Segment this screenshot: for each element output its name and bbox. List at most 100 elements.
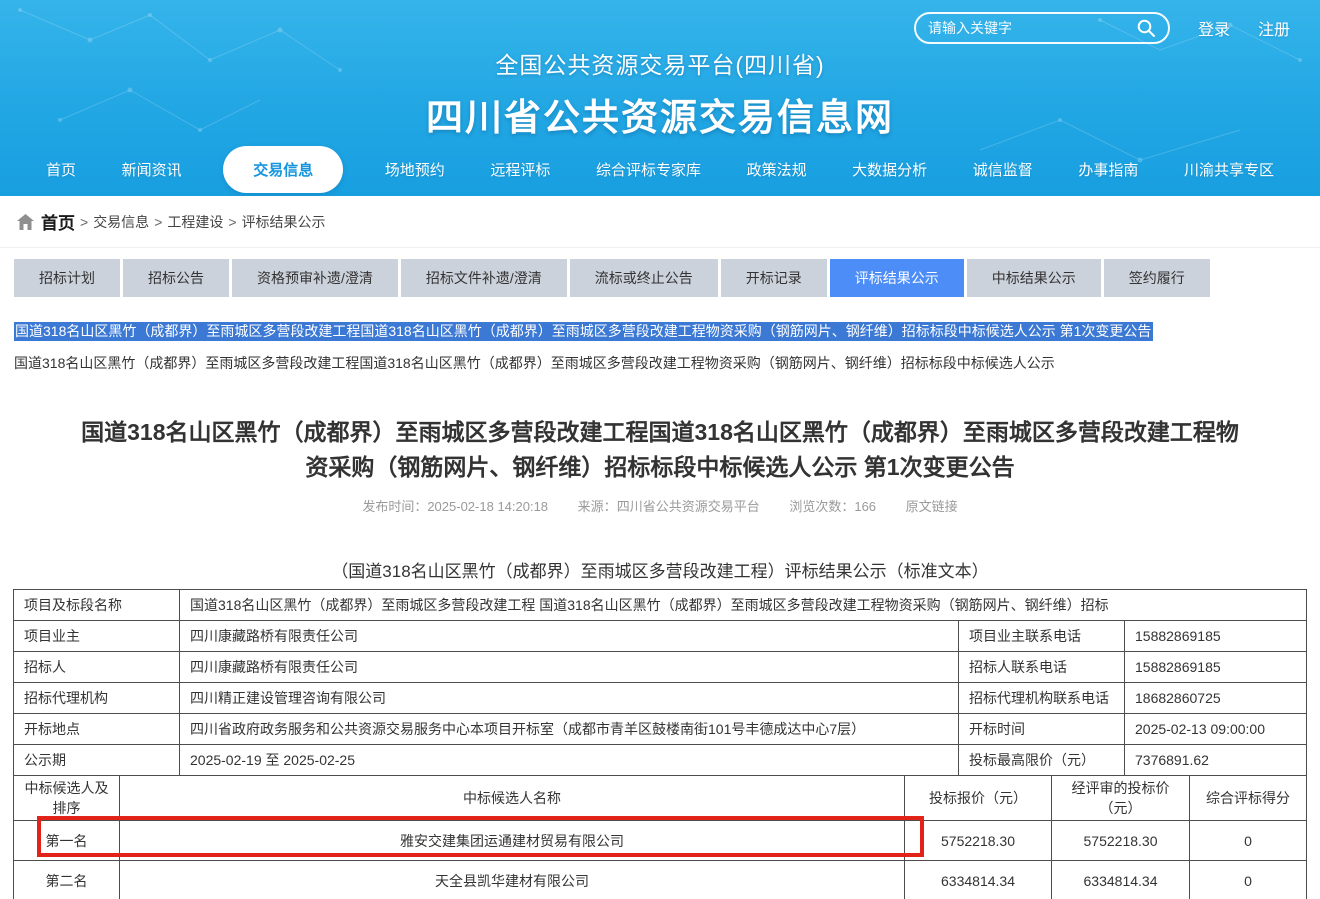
column-header-score: 综合评标得分 xyxy=(1190,776,1307,821)
nav-item-home[interactable]: 首页 xyxy=(42,151,80,188)
nav-item-big-data[interactable]: 大数据分析 xyxy=(848,151,931,188)
meta-source-label: 来源： xyxy=(578,499,617,514)
table-header-row: 中标候选人及排序 中标候选人名称 投标报价（元） 经评审的投标价（元） 综合评标… xyxy=(14,776,1307,821)
info-label: 项目业主联系电话 xyxy=(959,621,1125,652)
breadcrumb-trade-info[interactable]: 交易信息 xyxy=(93,212,149,232)
breadcrumb-separator: > xyxy=(154,214,162,230)
nav-item-integrity[interactable]: 诚信监督 xyxy=(969,151,1037,188)
info-label: 开标时间 xyxy=(959,714,1125,745)
candidate-rank: 第一名 xyxy=(14,821,120,861)
nav-item-news[interactable]: 新闻资讯 xyxy=(118,151,186,188)
info-label: 开标地点 xyxy=(14,714,180,745)
info-label: 公示期 xyxy=(14,745,180,776)
search-icon[interactable] xyxy=(1136,18,1156,38)
info-label: 招标代理机构联系电话 xyxy=(959,683,1125,714)
table-row: 招标人 四川康藏路桥有限责任公司 招标人联系电话 15882869185 xyxy=(14,652,1307,683)
tab-winning-result[interactable]: 中标结果公示 xyxy=(967,259,1101,297)
search-box[interactable] xyxy=(914,12,1170,44)
table-row: 第二名 天全县凯华建材有限公司 6334814.34 6334814.34 0 xyxy=(14,861,1307,899)
candidate-name: 雅安交建集团运通建材贸易有限公司 xyxy=(120,821,905,861)
column-header-name: 中标候选人名称 xyxy=(120,776,905,821)
tab-failed-or-terminated[interactable]: 流标或终止公告 xyxy=(570,259,718,297)
info-label: 投标最高限价（元） xyxy=(959,745,1125,776)
candidates-table: 中标候选人及排序 中标候选人名称 投标报价（元） 经评审的投标价（元） 综合评标… xyxy=(13,775,1307,899)
candidate-evaluated: 6334814.34 xyxy=(1052,861,1190,899)
meta-views: 浏览次数：166 xyxy=(789,499,876,514)
candidate-evaluated: 5752218.30 xyxy=(1052,821,1190,861)
meta-publish-value: 2025-02-18 14:20:18 xyxy=(427,499,548,514)
login-link[interactable]: 登录 xyxy=(1198,16,1230,40)
info-value: 15882869185 xyxy=(1125,652,1307,683)
tab-bidding-announcement[interactable]: 招标公告 xyxy=(123,259,229,297)
result-caption: （国道318名山区黑竹（成都界）至雨城区多营段改建工程）评标结果公示（标准文本） xyxy=(0,557,1320,582)
search-input[interactable] xyxy=(928,20,1130,36)
breadcrumb-engineering[interactable]: 工程建设 xyxy=(167,212,223,232)
info-value: 18682860725 xyxy=(1125,683,1307,714)
nav-item-venue-booking[interactable]: 场地预约 xyxy=(381,151,449,188)
table-row: 招标代理机构 四川精正建设管理咨询有限公司 招标代理机构联系电话 1868286… xyxy=(14,683,1307,714)
nav-item-remote-evaluation[interactable]: 远程评标 xyxy=(486,151,554,188)
info-value: 国道318名山区黑竹（成都界）至雨城区多营段改建工程 国道318名山区黑竹（成都… xyxy=(180,590,1307,621)
article-meta: 发布时间：2025-02-18 14:20:18 来源：四川省公共资源交易平台 … xyxy=(0,496,1320,515)
original-link[interactable]: 原文链接 xyxy=(906,499,958,514)
table-row: 开标地点 四川省政府政务服务和公共资源交易服务中心本项目开标室（成都市青羊区鼓楼… xyxy=(14,714,1307,745)
info-value: 7376891.62 xyxy=(1125,745,1307,776)
info-value: 15882869185 xyxy=(1125,621,1307,652)
breadcrumb-evaluation-result[interactable]: 评标结果公示 xyxy=(242,212,326,232)
candidate-name: 天全县凯华建材有限公司 xyxy=(120,861,905,899)
result-table-area: 项目及标段名称 国道318名山区黑竹（成都界）至雨城区多营段改建工程 国道318… xyxy=(13,589,1307,899)
tab-contract-performance[interactable]: 签约履行 xyxy=(1104,259,1210,297)
table-row: 项目业主 四川康藏路桥有限责任公司 项目业主联系电话 15882869185 xyxy=(14,621,1307,652)
home-icon[interactable] xyxy=(17,214,34,230)
meta-publish-label: 发布时间： xyxy=(362,499,427,514)
table-row: 第一名 雅安交建集团运通建材贸易有限公司 5752218.30 5752218.… xyxy=(14,821,1307,861)
column-header-bid-price: 投标报价（元） xyxy=(905,776,1052,821)
candidate-bid: 6334814.34 xyxy=(905,861,1052,899)
nav-item-expert-pool[interactable]: 综合评标专家库 xyxy=(592,151,705,188)
breadcrumb-separator: > xyxy=(228,214,236,230)
info-label: 招标代理机构 xyxy=(14,683,180,714)
info-value: 四川省政府政务服务和公共资源交易服务中心本项目开标室（成都市青羊区鼓楼南街101… xyxy=(180,714,959,745)
column-header-rank: 中标候选人及排序 xyxy=(14,776,120,821)
tab-prequalification-clarification[interactable]: 资格预审补遗/澄清 xyxy=(232,259,398,297)
register-link[interactable]: 注册 xyxy=(1258,16,1290,40)
column-header-evaluated-price: 经评审的投标价（元） xyxy=(1052,776,1190,821)
nav-item-policies[interactable]: 政策法规 xyxy=(743,151,811,188)
notice-title-selected[interactable]: 国道318名山区黑竹（成都界）至雨城区多营段改建工程国道318名山区黑竹（成都界… xyxy=(14,322,1306,341)
breadcrumb-home[interactable]: 首页 xyxy=(41,209,75,234)
candidate-score: 0 xyxy=(1190,821,1307,861)
breadcrumb-separator: > xyxy=(80,214,88,230)
header-top-bar: 登录 注册 xyxy=(0,0,1320,46)
candidate-rank: 第二名 xyxy=(14,861,120,899)
meta-views-value: 166 xyxy=(854,499,876,514)
site-title: 四川省公共资源交易信息网 xyxy=(0,87,1320,141)
nav-item-trade-info[interactable]: 交易信息 xyxy=(223,146,343,193)
meta-source-value: 四川省公共资源交易平台 xyxy=(617,499,760,514)
info-value: 四川康藏路桥有限责任公司 xyxy=(180,652,959,683)
meta-publish-time: 发布时间：2025-02-18 14:20:18 xyxy=(362,499,548,514)
tab-bidding-plan[interactable]: 招标计划 xyxy=(14,259,120,297)
info-label: 项目业主 xyxy=(14,621,180,652)
meta-source: 来源：四川省公共资源交易平台 xyxy=(578,499,760,514)
platform-title: 全国公共资源交易平台(四川省) xyxy=(0,46,1320,80)
tab-document-clarification[interactable]: 招标文件补遗/澄清 xyxy=(401,259,567,297)
nav-item-guide[interactable]: 办事指南 xyxy=(1074,151,1142,188)
candidate-bid: 5752218.30 xyxy=(905,821,1052,861)
table-row: 项目及标段名称 国道318名山区黑竹（成都界）至雨城区多营段改建工程 国道318… xyxy=(14,590,1307,621)
breadcrumb: 首页 > 交易信息 > 工程建设 > 评标结果公示 xyxy=(0,196,1320,248)
site-header: 登录 注册 全国公共资源交易平台(四川省) 四川省公共资源交易信息网 首页 新闻… xyxy=(0,0,1320,196)
nav-item-chuanyu-zone[interactable]: 川渝共享专区 xyxy=(1180,151,1278,188)
article-title: 国道318名山区黑竹（成都界）至雨城区多营段改建工程国道318名山区黑竹（成都界… xyxy=(75,415,1245,485)
meta-views-label: 浏览次数： xyxy=(789,499,854,514)
info-value: 2025-02-13 09:00:00 xyxy=(1125,714,1307,745)
notice-title-plain[interactable]: 国道318名山区黑竹（成都界）至雨城区多营段改建工程国道318名山区黑竹（成都界… xyxy=(14,353,1306,373)
header-titles: 全国公共资源交易平台(四川省) 四川省公共资源交易信息网 xyxy=(0,46,1320,141)
candidate-score: 0 xyxy=(1190,861,1307,899)
tab-bid-opening-record[interactable]: 开标记录 xyxy=(721,259,827,297)
category-tabs: 招标计划 招标公告 资格预审补遗/澄清 招标文件补遗/澄清 流标或终止公告 开标… xyxy=(14,259,1306,297)
notice-title-selected-text[interactable]: 国道318名山区黑竹（成都界）至雨城区多营段改建工程国道318名山区黑竹（成都界… xyxy=(14,322,1153,341)
tab-evaluation-result[interactable]: 评标结果公示 xyxy=(830,259,964,297)
info-value: 四川康藏路桥有限责任公司 xyxy=(180,621,959,652)
project-info-table: 项目及标段名称 国道318名山区黑竹（成都界）至雨城区多营段改建工程 国道318… xyxy=(13,589,1307,776)
table-row: 公示期 2025-02-19 至 2025-02-25 投标最高限价（元） 73… xyxy=(14,745,1307,776)
